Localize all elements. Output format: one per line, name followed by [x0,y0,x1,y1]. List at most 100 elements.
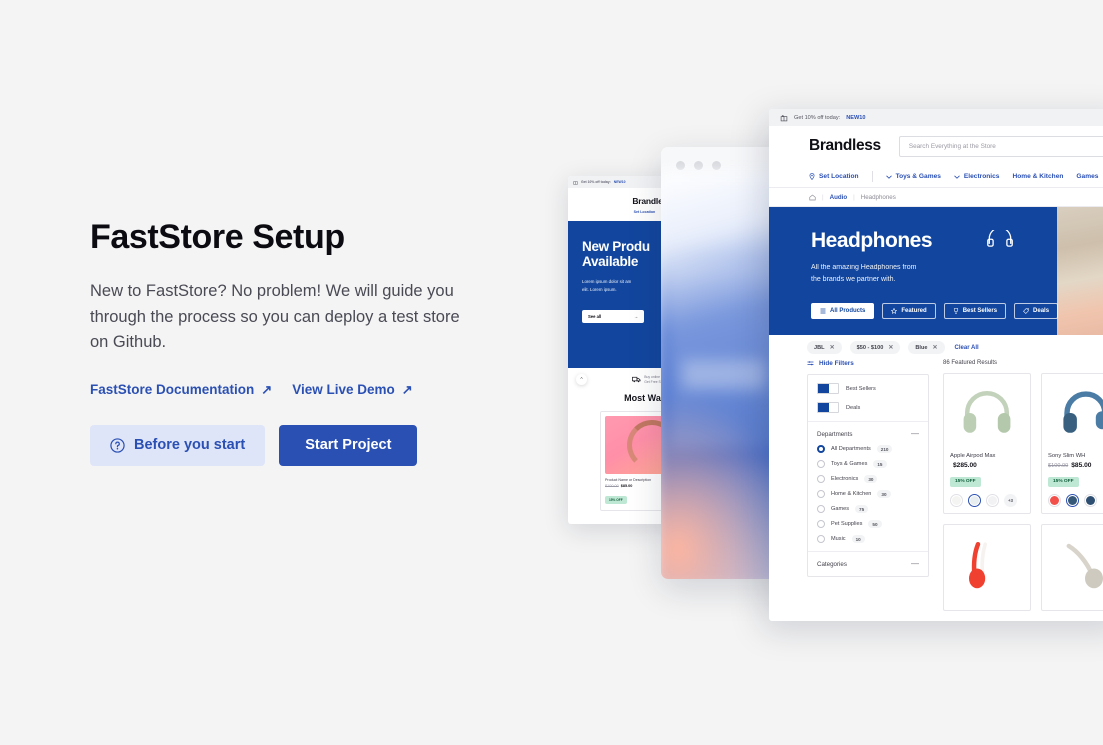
product-current-price: $285.00 [953,462,977,469]
product-old-price: $100.00 [1048,463,1069,469]
product-grid: Apple Airpod Max $285.00 15% OFF +3 Sony… [943,373,1103,611]
nav-item-electronics[interactable]: Electronics [954,173,999,180]
before-you-start-button[interactable]: Before you start [90,424,266,466]
scroll-up-icon[interactable]: ^ [576,374,587,385]
headphones-icon [987,230,1013,247]
product-discount-badge: 15% OFF [950,476,981,487]
window-minimize-icon[interactable] [694,160,703,170]
radio-button[interactable] [817,475,825,483]
product-name: Apple Airpod Max [950,453,996,459]
view-live-demo-label: View Live Demo [292,381,395,397]
pill-label: All Products [830,308,866,314]
department-option[interactable]: Electronics 30 [817,475,919,483]
window-close-icon[interactable] [676,160,685,170]
departments-header[interactable]: Departments — [817,430,919,438]
nav-item-toys-and-games[interactable]: Toys & Games [885,173,941,180]
option-count: 15 [873,460,887,468]
color-swatch[interactable] [950,494,963,507]
external-link-icon: ↗ [261,381,273,397]
results-count: 86 Featured Results [943,360,998,366]
mockup-storefront: Get 10% off today: NEW10 Brandless Searc… [769,109,1103,621]
nav-item-home-and-kitchen[interactable]: Home & Kitchen [1012,173,1063,180]
toggle-label: Best Sellers [846,385,876,392]
product-discount-badge: 15% OFF [1048,476,1079,487]
home-icon[interactable] [809,194,816,201]
search-input[interactable]: Search Everything at the Store [898,135,1103,157]
breadcrumb-item-audio[interactable]: Audio [830,194,848,201]
radio-button[interactable] [817,460,825,468]
radio-button[interactable] [817,505,825,513]
toggle-best-sellers[interactable]: Best Sellers [817,383,919,394]
collapse-icon[interactable]: — [911,560,919,568]
clear-all-button[interactable]: Clear All [955,345,979,351]
close-icon[interactable]: ✕ [888,344,893,351]
faststore-documentation-link[interactable]: FastStore Documentation ↗ [90,382,272,397]
view-live-demo-link[interactable]: View Live Demo ↗ [292,382,412,397]
department-option[interactable]: Toys & Games 15 [817,460,919,468]
radio-button[interactable] [817,490,825,498]
toggle-switch[interactable] [817,383,839,394]
breadcrumb-divider: | [853,193,855,201]
product-card[interactable] [1041,524,1103,611]
pin-icon [809,173,815,180]
chip-label: $50 - $100 [856,344,884,351]
color-swatch[interactable] [986,494,999,507]
results-column: 86 Featured Results Apple Airpod Max $28… [943,360,1103,611]
product-card[interactable] [943,524,1031,611]
toggle-deals[interactable]: Deals [817,402,919,413]
color-swatch-selected[interactable] [1066,494,1079,507]
close-icon[interactable]: ✕ [933,344,938,351]
department-option[interactable]: Pet Supplies 50 [817,520,919,528]
product-current-price: $85.00 [620,484,633,488]
close-icon[interactable]: ✕ [830,344,835,351]
announcement-code: NEW10 [613,180,626,184]
page-description: New to FastStore? No problem! We will gu… [90,282,460,352]
nav-label: Set Location [819,173,859,180]
store-header: Brandless Search Everything at the Store [769,126,1103,166]
brand-logo: Brandless [809,137,881,154]
department-option[interactable]: Home & Kitchen 30 [817,490,919,498]
color-swatch[interactable] [1084,494,1097,507]
filter-chip-jbl[interactable]: JBL ✕ [807,341,842,354]
window-maximize-icon[interactable] [712,160,721,170]
nav-item-set-location[interactable]: Set Location [809,173,859,180]
gift-icon [573,180,578,185]
radio-button[interactable] [817,520,825,528]
department-option[interactable]: Music 10 [817,535,919,543]
breadcrumb: | Audio | Headphones [769,188,1103,207]
breadcrumb-divider: | [822,193,824,201]
truck-icon [632,376,641,383]
start-project-label: Start Project [305,437,392,454]
collapse-icon[interactable]: — [911,430,919,438]
headphones-illustration [969,541,987,589]
pill-all-products[interactable]: All Products [811,303,875,319]
option-count: 50 [868,520,882,528]
product-card[interactable]: Sony Slim WH $100.00 $85.00 15% OFF [1041,373,1103,514]
nav-item-games[interactable]: Games [1076,173,1098,180]
pill-deals[interactable]: Deals [1014,303,1059,319]
faststore-documentation-label: FastStore Documentation [90,381,255,397]
filter-chip-blue[interactable]: Blue ✕ [908,341,945,354]
more-swatches-badge[interactable]: +3 [1004,494,1017,507]
mockup-see-all-button[interactable]: See all → [582,310,644,324]
radio-button[interactable] [817,535,825,543]
color-swatch-selected[interactable] [968,494,981,507]
product-card[interactable]: Apple Airpod Max $285.00 15% OFF +3 [943,373,1031,514]
hero-subtitle: All the amazing Headphones from the brand… [811,264,917,283]
department-option[interactable]: All Departments 210 [817,445,919,453]
pill-featured[interactable]: Featured [882,303,936,319]
departments-title: Departments [817,430,853,438]
start-project-button[interactable]: Start Project [279,424,418,466]
radio-button[interactable] [817,445,825,453]
pill-best-sellers[interactable]: Best Sellers [943,303,1007,319]
hide-filters-button[interactable]: Hide Filters [807,360,929,367]
main-navigation: Set Location Toys & Games Electronics Ho… [769,166,1103,188]
categories-header[interactable]: Categories — [817,560,919,568]
department-option[interactable]: Games 75 [817,505,919,513]
search-placeholder: Search Everything at the Store [908,142,996,150]
toggle-switch[interactable] [817,402,839,413]
product-old-price: $100.00 [605,484,619,488]
color-swatch[interactable] [1048,494,1061,507]
filter-chip-price[interactable]: $50 - $100 ✕ [849,341,901,354]
nav-item-set-location[interactable]: Set Location [634,210,656,214]
